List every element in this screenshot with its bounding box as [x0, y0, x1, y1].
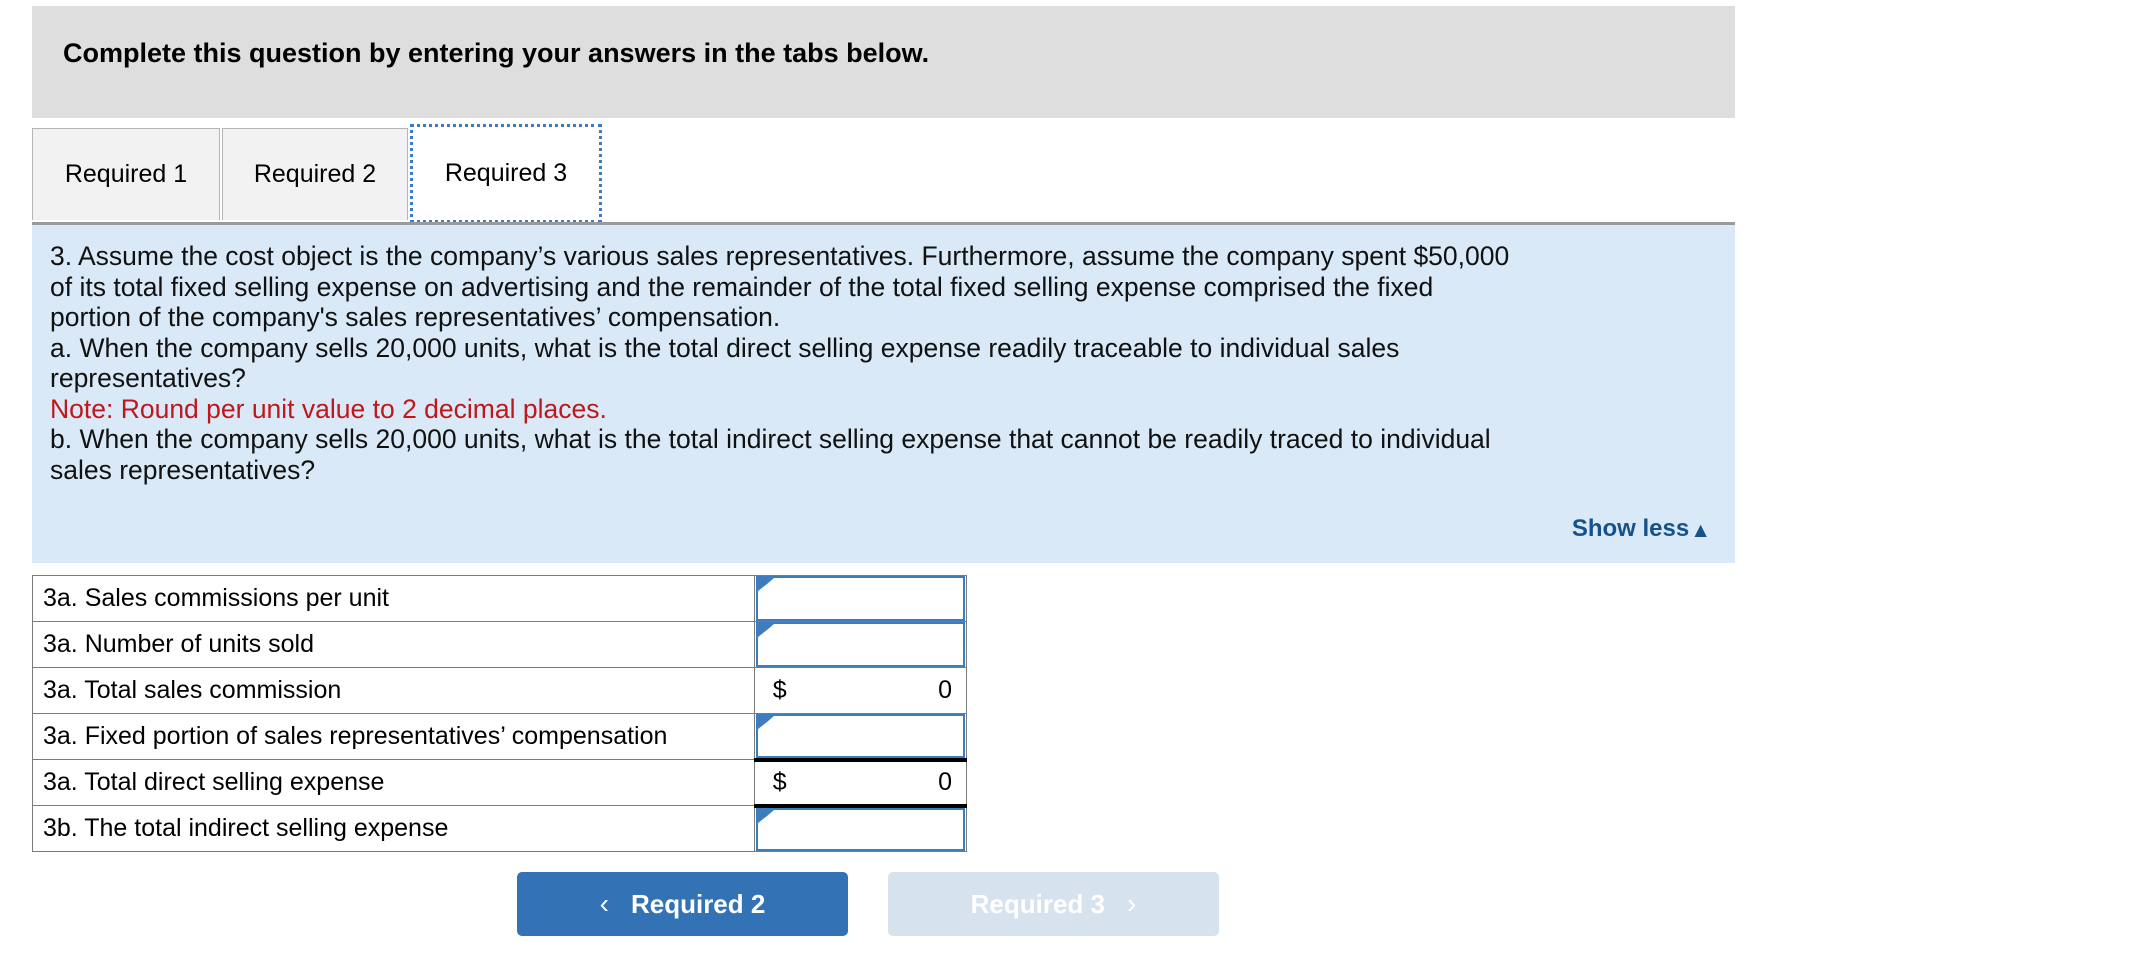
table-row: 3a. Total sales commission $ 0 [32, 667, 968, 714]
sales-commissions-per-unit-input-wrapper[interactable] [755, 576, 965, 621]
question-line-1: 3. Assume the cost object is the company… [50, 241, 1510, 271]
tab-required-1-label: Required 1 [64, 160, 188, 188]
table-row: 3a. Total direct selling expense $ 0 [32, 757, 968, 808]
previous-button-label: Required 2 [630, 888, 766, 919]
chevron-right-icon: › [1127, 888, 1137, 919]
total-indirect-selling-expense-input[interactable] [769, 809, 955, 849]
answer-table: 3a. Sales commissions per unit 3a. Numbe… [32, 575, 968, 852]
tab-required-2-label: Required 2 [253, 160, 377, 188]
instruction-text: Complete this question by entering your … [63, 38, 929, 69]
row-label: 3b. The total indirect selling expense [32, 805, 755, 852]
show-less-toggle[interactable]: Show less ▲ [1572, 515, 1711, 543]
tab-required-2[interactable]: Required 2 [222, 128, 408, 220]
table-row: 3b. The total indirect selling expense [32, 805, 968, 852]
currency-symbol: $ [772, 676, 787, 704]
question-line-4: a. When the company sells 20,000 units, … [50, 332, 1400, 363]
number-of-units-sold-input-wrapper[interactable] [755, 622, 965, 667]
question-line-2: of its total fixed selling expense on ad… [50, 271, 1434, 302]
row-value-cell[interactable] [753, 621, 968, 668]
total-sales-commission-value: $ 0 [755, 668, 966, 713]
row-value-cell[interactable] [753, 805, 968, 852]
next-button-label: Required 3 [970, 888, 1106, 919]
sales-commissions-per-unit-input[interactable] [769, 578, 955, 619]
table-row: 3a. Sales commissions per unit [32, 575, 968, 622]
chevron-left-icon: ‹ [599, 888, 609, 919]
row-value-cell[interactable] [753, 713, 968, 760]
row-value-cell[interactable] [753, 575, 968, 622]
instruction-text-bold: Complete this question by entering your … [63, 38, 922, 68]
table-row: 3a. Number of units sold [32, 621, 968, 668]
tab-required-3-label: Required 3 [444, 159, 568, 187]
row-value-cell: $ 0 [753, 667, 968, 714]
question-rounding-note: Note: Round per unit value to 2 decimal … [50, 393, 607, 424]
instruction-text-period: . [921, 38, 930, 68]
next-required-3-button[interactable]: Required 3 › [888, 872, 1219, 936]
question-line-7: sales representatives? [50, 454, 316, 485]
row-value-cell: $ 0 [753, 757, 968, 808]
total-indirect-selling-expense-input-wrapper[interactable] [755, 807, 965, 851]
amount: 0 [938, 676, 952, 704]
tab-required-1[interactable]: Required 1 [32, 128, 220, 220]
tab-strip: Required 1 Required 2 Required 3 [32, 124, 1735, 223]
previous-required-2-button[interactable]: ‹ Required 2 [517, 872, 848, 936]
total-direct-selling-expense-value: $ 0 [755, 762, 966, 804]
row-label: 3a. Number of units sold [32, 621, 755, 668]
row-label: 3a. Sales commissions per unit [32, 575, 755, 622]
question-text: 3. Assume the cost object is the company… [50, 241, 1715, 485]
fixed-portion-compensation-input[interactable] [769, 716, 955, 756]
row-label: 3a. Fixed portion of sales representativ… [32, 713, 755, 760]
row-label: 3a. Total direct selling expense [32, 759, 755, 806]
question-line-3: portion of the company's sales represent… [50, 302, 781, 332]
show-less-label: Show less [1571, 515, 1690, 542]
number-of-units-sold-input[interactable] [769, 624, 955, 665]
question-panel: 3. Assume the cost object is the company… [32, 225, 1735, 563]
question-line-6: b. When the company sells 20,000 units, … [50, 424, 1491, 454]
navigation-buttons: ‹ Required 2 Required 3 › [0, 872, 2148, 940]
table-row: 3a. Fixed portion of sales representativ… [32, 713, 968, 760]
row-label: 3a. Total sales commission [32, 667, 755, 714]
question-line-5: representatives? [50, 363, 246, 393]
instruction-banner: Complete this question by entering your … [32, 6, 1735, 118]
tab-required-3[interactable]: Required 3 [410, 124, 602, 223]
amount: 0 [938, 768, 952, 796]
currency-symbol: $ [772, 768, 787, 796]
caret-up-icon: ▲ [1690, 518, 1711, 542]
fixed-portion-compensation-input-wrapper[interactable] [755, 714, 965, 758]
